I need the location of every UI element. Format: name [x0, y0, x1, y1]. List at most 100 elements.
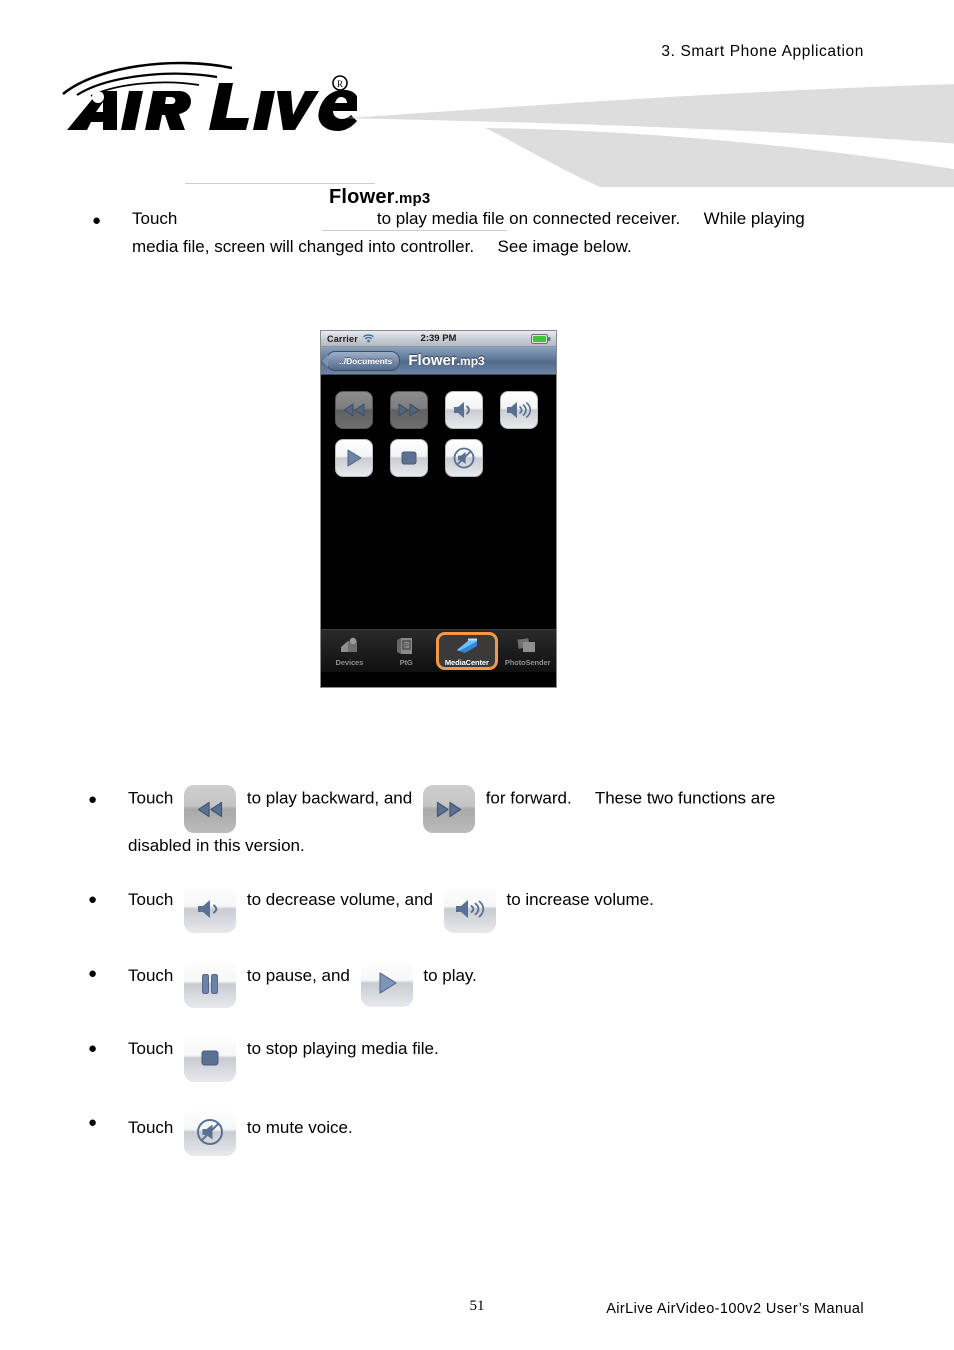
instruction-text: Touch to decrease volume, and to increas…	[128, 885, 908, 933]
volume-down-button[interactable]	[445, 391, 483, 429]
media-controls-row-1	[335, 391, 538, 429]
mid-text: to mute voice.	[246, 1118, 353, 1137]
intro-sentence-4: See image below.	[497, 237, 632, 256]
pause-icon-inline[interactable]	[184, 960, 237, 1008]
volume-up-icon	[507, 402, 532, 418]
play-icon	[347, 449, 362, 467]
file-name-callout: Flower.mp3	[329, 183, 430, 213]
phone-content-area: Devices P PtG MediaCenter PhotoSender	[321, 375, 556, 672]
mute-icon-inline[interactable]	[184, 1108, 237, 1156]
mid-text: to play backward, and	[246, 788, 413, 808]
back-to-documents-button[interactable]: ../Documents	[321, 350, 401, 371]
phone-nav-bar: ../Documents Flower.mp3	[321, 347, 556, 375]
header-swoosh-decoration	[300, 82, 954, 187]
phone-status-bar: Carrier 2:39 PM	[321, 331, 556, 347]
file-ext-text: .mp3	[394, 190, 431, 207]
instruction-list: ● Touch to play backward, and for forwar…	[88, 785, 908, 1182]
mid-text: to decrease volume, and	[246, 890, 434, 909]
volume-up-icon	[455, 900, 484, 918]
instruction-item-pause-play: ● Touch to pause, and to play.	[88, 959, 908, 1008]
intro-sentence-2: While playing	[703, 209, 805, 228]
tab-devices[interactable]: Devices	[321, 630, 378, 672]
intro-sentence-3: media file, screen will changed into con…	[132, 237, 475, 256]
lead-word: Touch	[128, 788, 174, 808]
stop-icon	[401, 451, 417, 465]
rewind-icon-inline[interactable]	[184, 785, 237, 833]
tail-text-2: These two functions are	[594, 788, 776, 808]
bullet-marker: ●	[88, 791, 98, 808]
stop-icon-inline[interactable]	[184, 1034, 237, 1082]
svg-text:P: P	[404, 643, 409, 650]
nav-title: Flower.mp3	[408, 352, 484, 369]
tail-text: for forward.	[485, 788, 572, 808]
status-time: 2:39 PM	[420, 333, 457, 344]
instruction-line-2: disabled in this version.	[128, 836, 305, 855]
lead-word: Touch	[128, 1118, 174, 1137]
rewind-icon	[198, 801, 223, 817]
instruction-item-volume: ● Touch to decrease volume, and to incre…	[88, 885, 908, 933]
page-footer: 51 AirLive AirVideo-100v2 User’s Manual	[0, 1298, 954, 1322]
lead-word: Touch	[128, 966, 174, 985]
nav-title-ext: .mp3	[456, 354, 485, 368]
fast-forward-icon	[398, 403, 420, 417]
intro-bullet-text: Touch to play media file on connected re…	[132, 186, 888, 261]
tab-photosender[interactable]: PhotoSender	[499, 630, 556, 672]
ptg-icon: P	[396, 636, 416, 656]
phone-tab-bar: Devices P PtG MediaCenter PhotoSender	[321, 629, 556, 672]
bullet-marker: ●	[88, 1114, 98, 1131]
instruction-text: Touch to mute voice.	[128, 1108, 908, 1156]
photosender-icon	[517, 636, 539, 656]
tail-text: to increase volume.	[506, 890, 654, 909]
intro-bullet-row: ● Touch to play media file on connected …	[88, 186, 888, 261]
volume-down-icon-inline[interactable]	[184, 885, 237, 933]
mid-text: to pause, and	[246, 966, 350, 985]
lead-word: Touch	[128, 1039, 174, 1058]
pause-icon	[202, 974, 219, 994]
nav-title-name: Flower	[408, 352, 457, 369]
file-name-underline	[322, 230, 507, 231]
battery-full-icon	[531, 333, 551, 344]
phone-screenshot: Carrier 2:39 PM ../Documents Flower.mp3	[320, 330, 557, 688]
tail-text: to play.	[423, 966, 477, 985]
mediacenter-icon	[455, 636, 479, 656]
volume-up-icon-inline[interactable]	[443, 885, 496, 933]
volume-up-button[interactable]	[500, 391, 538, 429]
fast-forward-button[interactable]	[390, 391, 428, 429]
fast-forward-icon-inline[interactable]	[422, 785, 475, 833]
touch-word: Touch	[132, 209, 178, 228]
mute-button[interactable]	[445, 439, 483, 477]
tab-mediacenter[interactable]: MediaCenter	[435, 632, 499, 670]
play-icon-inline[interactable]	[360, 959, 413, 1007]
bullet-marker: ●	[88, 965, 98, 982]
instruction-item-rewind-forward: ● Touch to play backward, and for forwar…	[88, 785, 908, 859]
instruction-item-stop: ● Touch to stop playing media file.	[88, 1034, 908, 1082]
stop-icon	[201, 1050, 219, 1066]
mute-icon	[197, 1119, 224, 1145]
tab-ptg[interactable]: P PtG	[378, 630, 435, 672]
page-header: 3. Smart Phone Application R	[0, 0, 954, 187]
play-icon	[379, 972, 397, 994]
stop-button[interactable]	[390, 439, 428, 477]
manual-title: AirLive AirVideo-100v2 User’s Manual	[606, 1301, 864, 1317]
play-button[interactable]	[335, 439, 373, 477]
rewind-button[interactable]	[335, 391, 373, 429]
instruction-text: Touch to stop playing media file.	[128, 1034, 908, 1082]
bullet-marker: ●	[88, 891, 98, 908]
tab-mediacenter-label: MediaCenter	[444, 657, 489, 667]
fast-forward-icon	[436, 801, 462, 817]
chapter-title: 3. Smart Phone Application	[661, 43, 864, 60]
bullet-marker: ●	[92, 212, 102, 229]
volume-down-icon	[198, 900, 218, 918]
lead-word: Touch	[128, 890, 174, 909]
tab-ptg-label: PtG	[399, 657, 413, 667]
instruction-item-mute: ● Touch to mute voice.	[88, 1108, 908, 1156]
mute-icon	[453, 447, 475, 469]
instruction-text: Touch to pause, and to play.	[128, 959, 908, 1008]
devices-icon	[338, 636, 360, 656]
bullet-marker: ●	[88, 1040, 98, 1057]
intro-paragraph: ● Touch to play media file on connected …	[88, 186, 888, 261]
file-name-text: Flower	[329, 186, 395, 208]
instruction-text: Touch to play backward, and for forward.…	[128, 785, 908, 859]
mid-text: to stop playing media file.	[246, 1039, 439, 1058]
rewind-icon	[343, 403, 365, 417]
